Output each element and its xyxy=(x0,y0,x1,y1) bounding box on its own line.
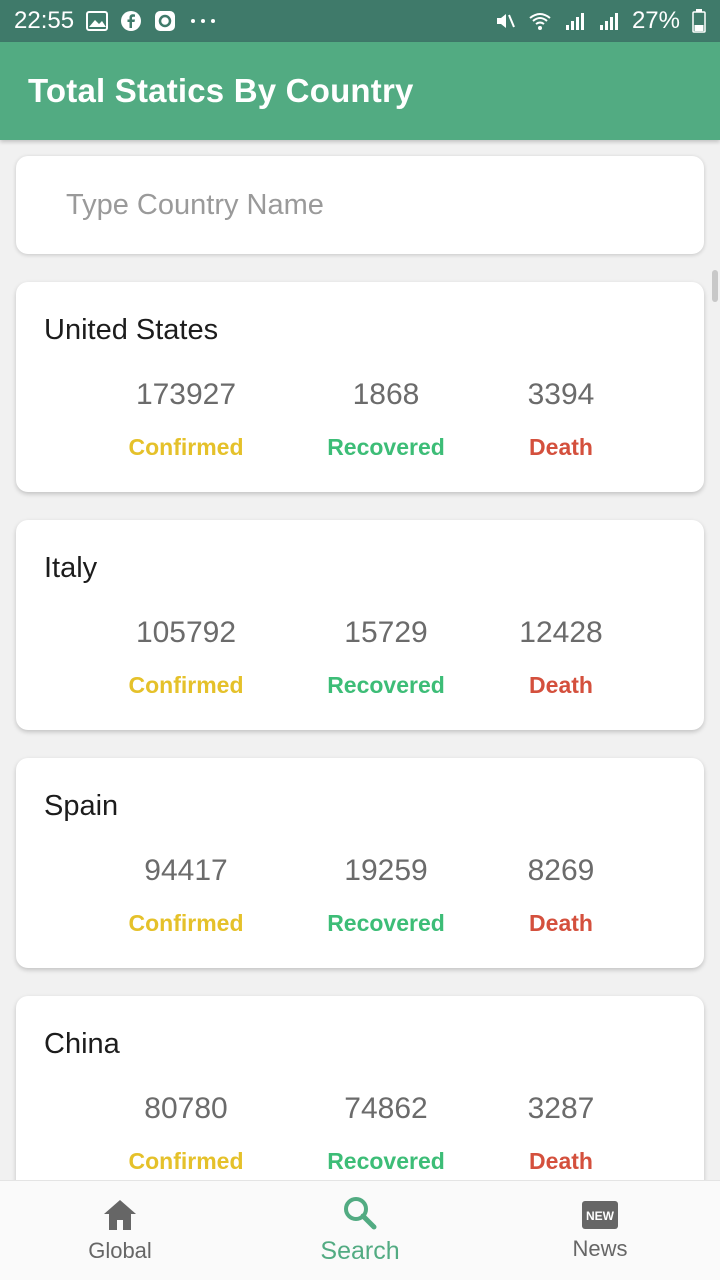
recovered-label: Recovered xyxy=(327,434,445,460)
status-bar: 22:55 27% xyxy=(0,0,720,42)
country-card-united-states[interactable]: United States 173927 Confirmed 1868 Reco… xyxy=(16,282,704,492)
recovered-stat: 74862 Recovered xyxy=(296,1092,476,1175)
recovered-stat: 1868 Recovered xyxy=(296,378,476,461)
confirmed-value: 94417 xyxy=(144,854,228,887)
confirmed-stat: 105792 Confirmed xyxy=(96,616,276,699)
nav-item-search[interactable]: Search xyxy=(240,1181,480,1280)
confirmed-label: Confirmed xyxy=(128,910,244,936)
nav-item-news[interactable]: NEW News xyxy=(480,1181,720,1280)
death-label: Death xyxy=(529,910,593,936)
confirmed-label: Confirmed xyxy=(128,434,244,460)
nav-label-search: Search xyxy=(320,1237,400,1265)
news-icon: NEW xyxy=(582,1200,618,1229)
recovered-label: Recovered xyxy=(327,672,445,698)
search-icon xyxy=(344,1197,377,1230)
confirmed-stat: 94417 Confirmed xyxy=(96,854,276,937)
death-label: Death xyxy=(529,672,593,698)
recovered-value: 15729 xyxy=(344,616,428,649)
confirmed-stat: 173927 Confirmed xyxy=(96,378,276,461)
svg-text:NEW: NEW xyxy=(586,1209,615,1223)
confirmed-value: 173927 xyxy=(135,378,237,411)
battery-percent: 27% xyxy=(631,7,680,34)
recovered-label: Recovered xyxy=(327,1148,445,1174)
country-card-china[interactable]: China 80780 Confirmed 74862 Recovered 32… xyxy=(16,996,704,1180)
confirmed-label: Confirmed xyxy=(128,672,244,698)
recovered-stat: 19259 Recovered xyxy=(296,854,476,937)
status-time: 22:55 xyxy=(14,7,75,34)
mute-icon xyxy=(496,14,515,28)
country-name: China xyxy=(44,1028,120,1060)
country-name: United States xyxy=(44,314,219,346)
death-stat: 3287 Death xyxy=(471,1092,651,1175)
wifi-icon xyxy=(529,13,551,30)
death-value: 3287 xyxy=(527,1092,595,1125)
search-box[interactable] xyxy=(16,156,704,254)
nav-label-global: Global xyxy=(88,1237,152,1263)
country-name: Spain xyxy=(44,790,119,822)
home-icon xyxy=(104,1199,136,1230)
country-name: Italy xyxy=(44,552,98,584)
country-card-italy[interactable]: Italy 105792 Confirmed 15729 Recovered 1… xyxy=(16,520,704,730)
page-title: Total Statics By Country xyxy=(28,72,414,109)
death-stat: 8269 Death xyxy=(471,854,651,937)
country-list[interactable]: United States 173927 Confirmed 1868 Reco… xyxy=(0,140,720,1180)
recovered-stat: 15729 Recovered xyxy=(296,616,476,699)
death-value: 8269 xyxy=(527,854,595,887)
app-bar: Total Statics By Country xyxy=(0,42,720,140)
nav-label-news: News xyxy=(572,1235,628,1261)
signal-icon xyxy=(565,13,584,30)
recovered-value: 1868 xyxy=(352,378,420,411)
death-stat: 12428 Death xyxy=(471,616,651,699)
recovered-value: 19259 xyxy=(344,854,428,887)
country-search-input[interactable] xyxy=(16,156,704,254)
death-value: 3394 xyxy=(527,378,595,411)
recovered-label: Recovered xyxy=(327,910,445,936)
death-value: 12428 xyxy=(519,616,603,649)
nav-item-global[interactable]: Global xyxy=(0,1181,240,1280)
confirmed-stat: 80780 Confirmed xyxy=(96,1092,276,1175)
scrollbar-thumb[interactable] xyxy=(712,270,718,302)
bottom-navigation: Global Search NEW News xyxy=(0,1180,720,1280)
battery-icon xyxy=(692,9,706,33)
facebook-icon xyxy=(121,11,142,31)
country-card-spain[interactable]: Spain 94417 Confirmed 19259 Recovered 82… xyxy=(16,758,704,968)
death-label: Death xyxy=(529,1148,593,1174)
more-icon xyxy=(191,19,216,23)
app-notification-icon xyxy=(155,11,176,31)
death-stat: 3394 Death xyxy=(471,378,651,461)
death-label: Death xyxy=(529,434,593,460)
gallery-icon xyxy=(86,11,109,31)
recovered-value: 74862 xyxy=(344,1092,428,1125)
signal-icon-2 xyxy=(599,13,618,30)
confirmed-value: 105792 xyxy=(135,616,237,649)
confirmed-value: 80780 xyxy=(144,1092,228,1125)
confirmed-label: Confirmed xyxy=(128,1148,244,1174)
